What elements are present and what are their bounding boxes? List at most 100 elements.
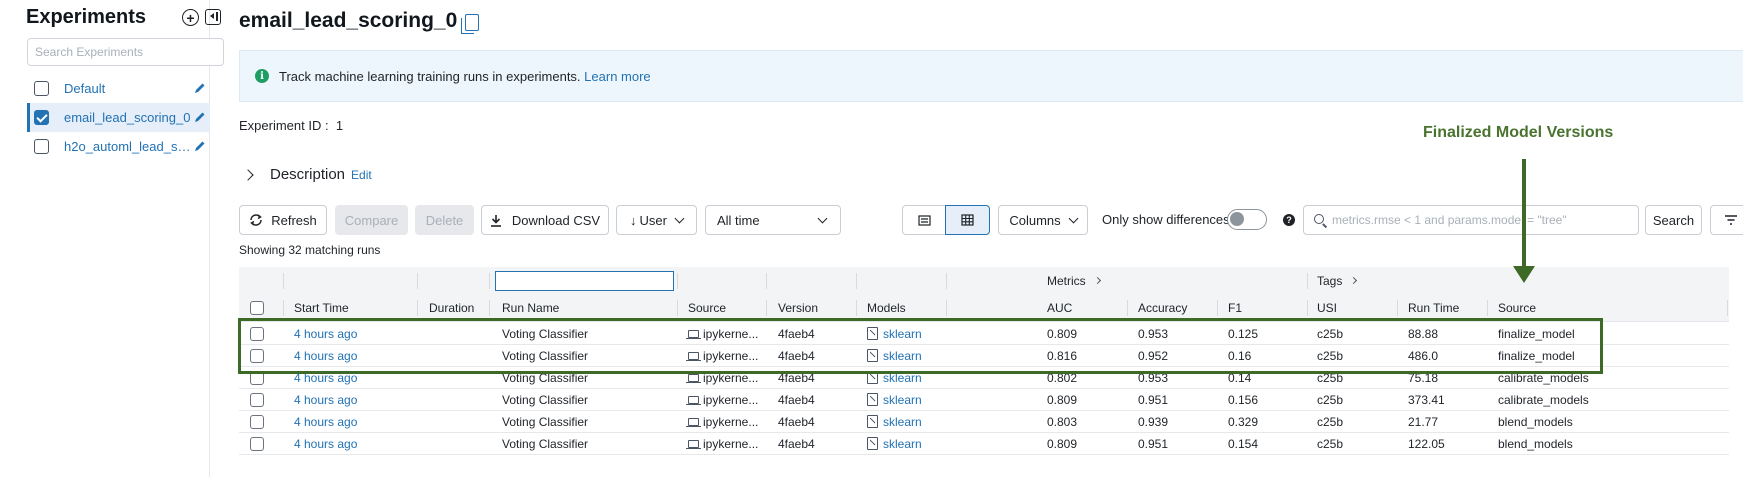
sidebar-item-label[interactable]: Default xyxy=(64,81,192,96)
chevron-right-icon xyxy=(1093,276,1101,285)
compare-button[interactable]: Compare xyxy=(335,205,408,235)
search-button[interactable]: Search xyxy=(1645,205,1702,235)
column-header[interactable]: AUC xyxy=(1047,294,1072,321)
experiment-id-value: 1 xyxy=(335,118,344,133)
sidebar-item-label[interactable]: h2o_automl_lead_scoring xyxy=(64,139,192,154)
row-checkbox[interactable] xyxy=(250,392,264,407)
column-header[interactable]: Run Time xyxy=(1408,294,1459,321)
start-time-link-text[interactable]: 4 hours ago xyxy=(294,437,357,451)
tag-source-cell: calibrate_models xyxy=(1498,389,1589,410)
column-header[interactable]: Run Name xyxy=(502,294,559,321)
collapse-sidebar-icon[interactable] xyxy=(205,9,221,25)
help-icon[interactable]: ? xyxy=(1283,214,1295,226)
experiment-id: Experiment ID : 1 xyxy=(239,118,343,133)
sidebar-item-default[interactable]: Default xyxy=(27,74,210,103)
columns-dropdown[interactable]: Columns xyxy=(998,205,1088,235)
pencil-icon[interactable] xyxy=(194,111,206,123)
learn-more-link[interactable]: Learn more xyxy=(584,69,650,84)
description-label[interactable]: Description xyxy=(270,166,345,183)
laptop-icon xyxy=(686,373,701,383)
tags-group-header[interactable]: Tags xyxy=(1317,267,1358,294)
column-header[interactable]: Version xyxy=(778,294,818,321)
model-link-text[interactable]: sklearn xyxy=(883,437,922,451)
laptop-icon xyxy=(686,439,701,449)
experiment-checkbox[interactable] xyxy=(34,81,49,96)
refresh-button[interactable]: Refresh xyxy=(239,205,327,235)
filter-button[interactable] xyxy=(1710,205,1743,235)
start-time-link[interactable]: 4 hours ago xyxy=(294,411,357,432)
model-link-text[interactable]: sklearn xyxy=(883,415,922,429)
list-view-button[interactable] xyxy=(902,205,946,235)
f1-cell: 0.154 xyxy=(1228,433,1258,454)
download-csv-button[interactable]: Download CSV xyxy=(481,205,609,235)
column-header[interactable]: Source xyxy=(1498,294,1536,321)
add-experiment-icon[interactable]: + xyxy=(182,9,199,26)
search-experiments-input[interactable] xyxy=(27,38,224,66)
copy-icon[interactable] xyxy=(461,13,480,34)
run-time-cell-text: 21.77 xyxy=(1408,414,1439,429)
column-header[interactable]: Start Time xyxy=(294,294,349,321)
model-link[interactable]: sklearn xyxy=(867,433,922,454)
chevron-right-icon[interactable] xyxy=(242,168,254,181)
download-csv-label: Download CSV xyxy=(511,212,601,228)
row-checkbox[interactable] xyxy=(250,414,264,429)
user-sort-label: User xyxy=(639,212,667,228)
auc-cell-text: 0.809 xyxy=(1047,392,1078,407)
column-group-header: Metrics Tags xyxy=(239,267,1729,294)
experiment-checkbox[interactable] xyxy=(34,110,49,125)
model-link-text[interactable]: sklearn xyxy=(883,393,922,407)
version-cell-text: 4faeb4 xyxy=(778,392,815,407)
chevron-down-icon xyxy=(1068,213,1079,223)
start-time-link[interactable]: 4 hours ago xyxy=(294,433,357,454)
start-time-link[interactable]: 4 hours ago xyxy=(294,389,357,410)
start-time-link-text[interactable]: 4 hours ago xyxy=(294,393,357,407)
row-checkbox[interactable] xyxy=(250,436,264,451)
metrics-group-header[interactable]: Metrics xyxy=(1047,267,1101,294)
accuracy-cell: 0.951 xyxy=(1138,433,1168,454)
filter-icon xyxy=(1724,215,1737,225)
time-range-select[interactable]: All time xyxy=(705,205,841,235)
column-header[interactable]: Models xyxy=(867,294,906,321)
f1-cell-text: 0.156 xyxy=(1228,392,1259,407)
auc-cell: 0.809 xyxy=(1047,389,1077,410)
run-name-filter-input[interactable] xyxy=(495,271,674,291)
source-cell-text: ipykerne... xyxy=(703,414,759,429)
description-toggle[interactable]: Description Edit xyxy=(242,166,372,183)
sidebar-item-h2o-automl[interactable]: h2o_automl_lead_scoring xyxy=(27,132,210,161)
experiment-checkbox[interactable] xyxy=(34,139,49,154)
version-cell: 4faeb4 xyxy=(778,433,815,454)
model-link[interactable]: sklearn xyxy=(867,389,922,410)
tag-source-cell-text: blend_models xyxy=(1498,436,1573,451)
sidebar-item-email-lead-scoring[interactable]: email_lead_scoring_0 xyxy=(27,103,210,132)
only-show-differences-label: Only show differences xyxy=(1102,212,1230,227)
column-header[interactable]: Source xyxy=(688,294,726,321)
delete-button[interactable]: Delete xyxy=(415,205,474,235)
list-view-icon xyxy=(917,214,931,226)
usi-cell-text: c25b xyxy=(1317,436,1344,451)
run-time-cell: 122.05 xyxy=(1408,433,1445,454)
pencil-icon[interactable] xyxy=(194,82,206,94)
usi-cell: c25b xyxy=(1317,389,1343,410)
description-edit-link[interactable]: Edit xyxy=(351,168,372,182)
select-all-checkbox[interactable] xyxy=(250,300,264,315)
table-row[interactable]: 4 hours ago Voting Classifier ipykerne... 4… xyxy=(239,389,1729,411)
run-name-cell: Voting Classifier xyxy=(502,411,588,432)
sidebar-item-label[interactable]: email_lead_scoring_0 xyxy=(64,110,192,125)
run-search-input[interactable] xyxy=(1332,213,1632,227)
column-header[interactable]: F1 xyxy=(1228,294,1242,321)
column-header[interactable]: USI xyxy=(1317,294,1337,321)
column-header[interactable]: Accuracy xyxy=(1138,294,1187,321)
user-sort-dropdown[interactable]: ↓ User xyxy=(616,205,697,235)
table-row[interactable]: 4 hours ago Voting Classifier ipykerne... 4… xyxy=(239,433,1729,455)
only-show-differences-toggle[interactable] xyxy=(1227,209,1267,230)
info-banner: i Track machine learning training runs i… xyxy=(239,50,1743,102)
source-cell-text: ipykerne... xyxy=(703,392,759,407)
info-icon: i xyxy=(255,69,269,83)
table-view-button[interactable] xyxy=(945,205,990,235)
model-link[interactable]: sklearn xyxy=(867,411,922,432)
table-row[interactable]: 4 hours ago Voting Classifier ipykerne... 4… xyxy=(239,411,1729,433)
annotation-label: Finalized Model Versions xyxy=(1423,124,1614,141)
column-header[interactable]: Duration xyxy=(429,294,474,321)
start-time-link-text[interactable]: 4 hours ago xyxy=(294,415,357,429)
pencil-icon[interactable] xyxy=(194,140,206,152)
